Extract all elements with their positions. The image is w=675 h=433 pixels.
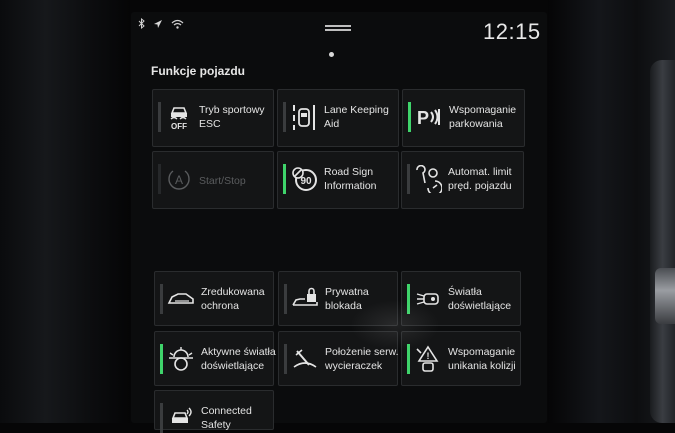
function-tile-reduced-guard[interactable]: Zredukowana ochrona <box>154 271 274 326</box>
tile-label-line1: Wspomaganie <box>448 346 516 358</box>
tile-label: Prywatna blokada <box>325 285 393 313</box>
function-tile-esc-off[interactable]: OFF Tryb sportowy ESC <box>152 89 274 147</box>
function-tile-park-assist[interactable]: P Wspomaganie parkowania <box>402 89 525 147</box>
tile-label: Położenie serw. wycieraczek <box>325 345 399 373</box>
tile-label-line1: Road Sign <box>324 166 374 178</box>
tile-label: Start/Stop <box>199 174 269 188</box>
tile-label-line1: Tryb sportowy <box>199 104 265 116</box>
tile-label-line1: Lane Keeping <box>324 104 389 116</box>
start-stop-icon: A <box>165 165 193 193</box>
tile-label-line2: pręd. pojazdu <box>448 180 512 192</box>
tile-label: Zredukowana ochrona <box>201 285 269 313</box>
function-tile-road-sign[interactable]: 90 Road Sign Information <box>277 151 399 209</box>
svg-text:!: ! <box>427 351 430 361</box>
function-tile-wiper-service[interactable]: Położenie serw. wycieraczek <box>278 331 399 386</box>
bluetooth-icon <box>138 18 145 29</box>
reduced-guard-icon <box>167 285 195 313</box>
status-indicator-off <box>158 102 161 132</box>
status-indicator-off <box>284 284 287 314</box>
status-indicator-off <box>407 164 410 194</box>
tile-label-line2: unikania kolizji <box>448 360 516 372</box>
tile-label-line1: Aktywne światła <box>201 346 276 358</box>
status-indicator-off <box>160 284 163 314</box>
tile-label-line1: Prywatna <box>325 286 369 298</box>
function-tile-lane-keeping[interactable]: Lane Keeping Aid <box>277 89 399 147</box>
function-tile-cornering-lights[interactable]: Światła doświetlające <box>401 271 521 326</box>
tile-label-line2: blokada <box>325 300 362 312</box>
lane-keeping-icon <box>290 103 318 131</box>
function-tile-start-stop[interactable]: A Start/Stop <box>152 151 274 209</box>
status-indicator-off <box>158 164 161 194</box>
dashboard-trim-left <box>0 0 130 423</box>
tile-label-line2: parkowania <box>449 118 503 130</box>
tile-label-line1: Światła <box>448 286 482 298</box>
function-tile-connected-safety[interactable]: Connected Safety <box>154 390 274 433</box>
svg-text:90: 90 <box>300 176 312 187</box>
tile-label-line2: Information <box>324 180 377 192</box>
wiper-service-icon <box>291 345 319 373</box>
tile-label-line2: ochrona <box>201 300 239 312</box>
status-indicator-off <box>160 403 163 433</box>
road-sign-icon: 90 <box>290 165 318 193</box>
tile-label: Wspomaganie unikania kolizji <box>448 345 516 373</box>
svg-text:P: P <box>417 108 429 128</box>
svg-text:OFF: OFF <box>171 122 187 131</box>
tile-label-line1: Zredukowana <box>201 286 265 298</box>
section-title: Funkcje pojazdu <box>151 64 246 78</box>
esc-off-icon: OFF <box>165 103 193 131</box>
status-indicator-on <box>407 344 410 374</box>
wifi-icon <box>171 19 184 29</box>
tile-label-line2: doświetlające <box>201 360 265 372</box>
status-indicator-on <box>407 284 410 314</box>
tile-label-line2: Safety <box>201 419 231 431</box>
status-indicator-on <box>160 344 163 374</box>
tile-label-line1: Connected <box>201 405 252 417</box>
tile-label-line1: Wspomaganie <box>449 104 517 116</box>
tile-label: Aktywne światła doświetlające <box>201 345 276 373</box>
tile-label: Tryb sportowy ESC <box>199 103 269 131</box>
tile-label-line2: Aid <box>324 118 340 130</box>
location-icon <box>153 19 163 29</box>
tile-label-line1: Start/Stop <box>199 175 246 187</box>
status-indicator-off <box>284 344 287 374</box>
tile-label-line2: wycieraczek <box>325 360 383 372</box>
status-indicator-on <box>283 164 286 194</box>
tile-label: Wspomaganie parkowania <box>449 103 520 131</box>
air-vent <box>650 60 675 423</box>
private-lock-icon <box>291 285 319 313</box>
pull-down-handle[interactable] <box>325 25 351 31</box>
tile-label: Światła doświetlające <box>448 285 516 313</box>
tile-label-line1: Automat. limit <box>448 166 512 178</box>
status-indicator-off <box>283 102 286 132</box>
status-bar-icons <box>138 18 184 29</box>
page-indicator-dot <box>329 52 334 57</box>
park-assist-icon: P <box>415 103 443 131</box>
tile-label: Road Sign Information <box>324 165 394 193</box>
volume-knob[interactable] <box>655 268 675 324</box>
status-indicator-on <box>408 102 411 132</box>
function-tile-speed-limiter[interactable]: Automat. limit pręd. pojazdu <box>401 151 524 209</box>
tile-label: Lane Keeping Aid <box>324 103 394 131</box>
svg-text:A: A <box>175 173 183 187</box>
tile-label-line1: Położenie serw. <box>325 346 399 358</box>
clock: 12:15 <box>483 19 541 44</box>
speed-limiter-icon <box>414 165 442 193</box>
collision-avoidance-icon: ! <box>414 345 442 373</box>
function-tile-private-lock[interactable]: Prywatna blokada <box>278 271 398 326</box>
cornering-lights-icon <box>414 285 442 313</box>
tile-label: Automat. limit pręd. pojazdu <box>448 165 519 193</box>
function-tile-collision-avoidance[interactable]: ! Wspomaganie unikania kolizji <box>401 331 521 386</box>
tile-label-line2: doświetlające <box>448 300 512 312</box>
tile-label-line2: ESC <box>199 118 221 130</box>
connected-safety-icon <box>167 404 195 432</box>
function-tile-active-bending-lights[interactable]: Aktywne światła doświetlające <box>154 331 276 386</box>
tile-label: Connected Safety <box>201 404 269 432</box>
active-bending-lights-icon <box>167 345 195 373</box>
